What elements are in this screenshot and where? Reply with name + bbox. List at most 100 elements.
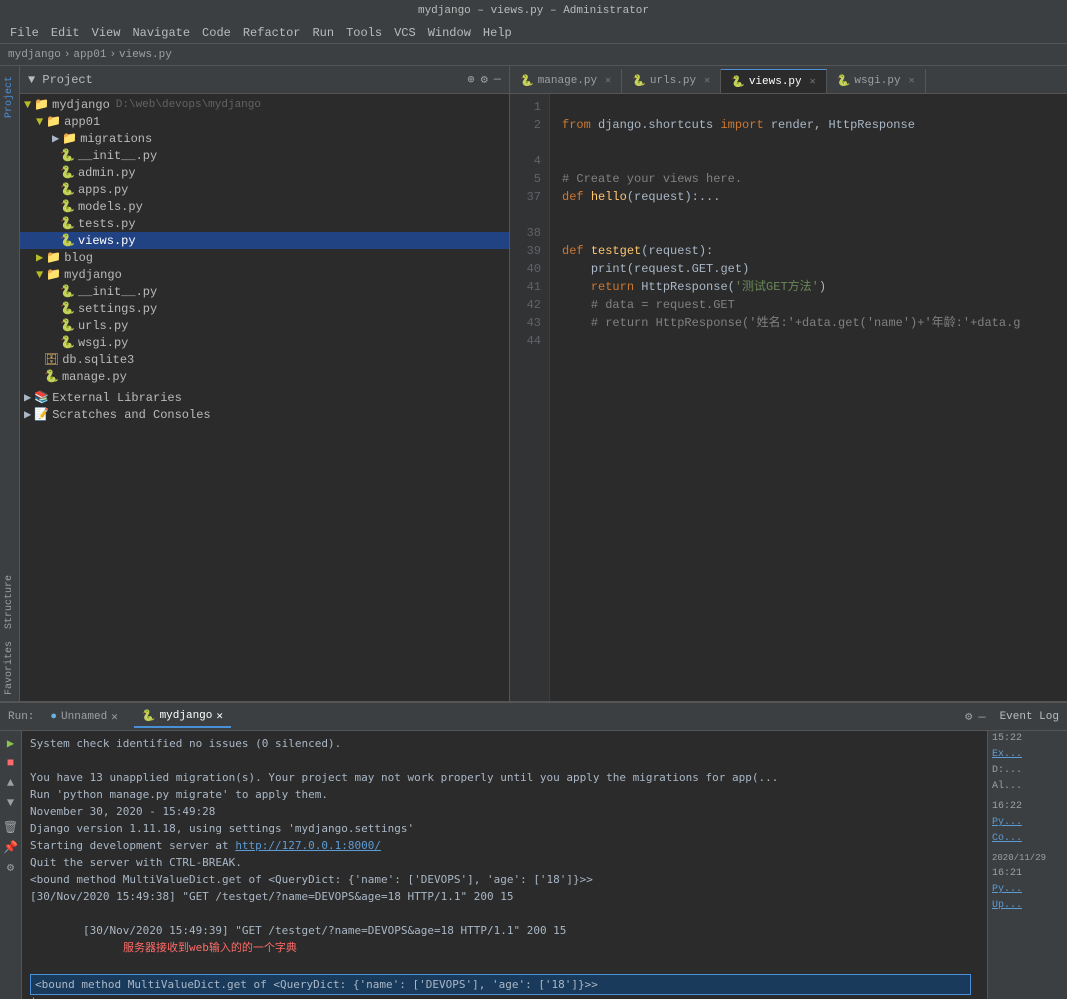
tree-manage[interactable]: 🐍 manage.py (20, 368, 509, 385)
folder-icon-migrations: 📁 (62, 131, 77, 146)
clear-button[interactable]: 🗑 (3, 819, 19, 835)
tree-init-mydjango[interactable]: 🐍 __init__.py (20, 283, 509, 300)
close-urls-tab[interactable]: ✕ (704, 75, 710, 87)
event-log-entry-5: Co... (988, 831, 1067, 847)
event-log-link-2[interactable]: Py... (992, 817, 1022, 828)
py-file-icon: 🐍 (60, 284, 75, 299)
close-mydjango-tab[interactable]: ✕ (216, 709, 223, 723)
menu-item-navigate[interactable]: Navigate (126, 24, 196, 42)
menu-item-refactor[interactable]: Refactor (237, 24, 307, 42)
close-unnamed-tab[interactable]: ✕ (111, 710, 118, 724)
settings-icon[interactable]: ⚙ (481, 72, 488, 87)
run-settings-icon[interactable]: ⚙ (965, 709, 972, 724)
db-file-icon: 🗄 (44, 352, 59, 367)
event-log-entry-6: Py... (988, 882, 1067, 898)
project-icon: 📁 (34, 97, 49, 112)
tree-apps[interactable]: 🐍 apps.py (20, 181, 509, 198)
tree-settings[interactable]: 🐍 settings.py (20, 300, 509, 317)
console-line: <bound method MultiValueDict.get of <Que… (30, 871, 979, 888)
console-line: Django version 1.11.18, using settings '… (30, 820, 979, 837)
editor-area: 🐍 manage.py ✕ 🐍 urls.py ✕ 🐍 views.py ✕ 🐍… (510, 66, 1067, 701)
code-editor[interactable]: 1 2 4 5 37 38 39 40 41 42 43 44 from dja… (510, 94, 1067, 701)
tab-icon-manage: 🐍 (520, 74, 534, 88)
menu-item-tools[interactable]: Tools (340, 24, 388, 42)
tree-blog[interactable]: ▶ 📁 blog (20, 249, 509, 266)
run-controls: ▶ ■ ▲ ▼ 🗑 📌 ⚙ (0, 731, 22, 999)
folder-expand-icon: ▼ (36, 115, 43, 129)
tree-wsgi[interactable]: 🐍 wsgi.py (20, 334, 509, 351)
settings-button[interactable]: ⚙ (3, 859, 19, 875)
event-log-link-5[interactable]: Up... (992, 900, 1022, 911)
tree-db[interactable]: 🗄 db.sqlite3 (20, 351, 509, 368)
title-bar: mydjango – views.py – Administrator (0, 0, 1067, 22)
tree-external-libraries[interactable]: ▶ 📚 External Libraries (20, 389, 509, 406)
tab-label-wsgi: wsgi.py (854, 75, 900, 87)
console-highlighted-wrapper: <bound method MultiValueDict.get of <Que… (30, 973, 979, 996)
menu-item-code[interactable]: Code (196, 24, 237, 42)
py-file-icon: 🐍 (60, 148, 75, 163)
line-numbers: 1 2 4 5 37 38 39 40 41 42 43 44 (510, 94, 550, 701)
tree-mydjango-folder[interactable]: ▼ 📁 mydjango (20, 266, 509, 283)
menu-item-vcs[interactable]: VCS (388, 24, 422, 42)
favorites-tab[interactable]: Favorites (2, 635, 17, 701)
breadcrumb-part-3[interactable]: views.py (119, 49, 172, 61)
tab-urls[interactable]: 🐍 urls.py ✕ (622, 69, 721, 93)
close-wsgi-tab[interactable]: ✕ (909, 75, 915, 87)
panel-title: ▼ Project (28, 73, 93, 87)
tree-urls[interactable]: 🐍 urls.py (20, 317, 509, 334)
menu-item-file[interactable]: File (4, 24, 45, 42)
tab-manage[interactable]: 🐍 manage.py ✕ (510, 69, 622, 93)
scope-icon[interactable]: ⊕ (467, 72, 474, 87)
event-log-time-3: 16:21 (988, 866, 1067, 882)
tab-icon-urls: 🐍 (632, 74, 646, 88)
file-tree: ▼ 📁 mydjango D:\web\devops\mydjango ▼ 📁 … (20, 94, 509, 701)
console-output[interactable]: System check identified no issues (0 sil… (22, 731, 987, 999)
scroll-up-button[interactable]: ▲ (3, 775, 19, 791)
tab-label-manage: manage.py (538, 75, 597, 87)
tree-tests[interactable]: 🐍 tests.py (20, 215, 509, 232)
tree-app01[interactable]: ▼ 📁 app01 (20, 113, 509, 130)
folder-icon-mydjango: 📁 (46, 267, 61, 282)
bottom-panel: Run: ● Unnamed ✕ 🐍 mydjango ✕ ⚙ — Event … (0, 701, 1067, 999)
rerun-button[interactable]: ▶ (3, 735, 19, 751)
menu-item-help[interactable]: Help (477, 24, 518, 42)
run-tab-mydjango[interactable]: 🐍 mydjango ✕ (134, 706, 231, 728)
stop-button[interactable]: ■ (3, 755, 19, 771)
tab-views[interactable]: 🐍 views.py ✕ (721, 69, 827, 93)
dev-server-link[interactable]: http://127.0.0.1:8000/ (235, 839, 381, 852)
event-log-link-3[interactable]: Co... (992, 833, 1022, 844)
scroll-down-button[interactable]: ▼ (3, 795, 19, 811)
menu-item-view[interactable]: View (86, 24, 127, 42)
external-libraries-label: External Libraries (52, 391, 182, 405)
event-log-link[interactable]: Ex... (992, 749, 1022, 760)
tree-root[interactable]: ▼ 📁 mydjango D:\web\devops\mydjango (20, 96, 509, 113)
project-tab[interactable]: Project (2, 70, 17, 124)
pin-button[interactable]: 📌 (3, 839, 19, 855)
hide-icon[interactable]: — (494, 72, 501, 87)
run-label: Run: (8, 711, 34, 723)
tree-models[interactable]: 🐍 models.py (20, 198, 509, 215)
breadcrumb-part-2[interactable]: app01 (73, 49, 106, 61)
tab-wsgi[interactable]: 🐍 wsgi.py ✕ (827, 69, 926, 93)
close-manage-tab[interactable]: ✕ (605, 75, 611, 87)
menu-item-run[interactable]: Run (306, 24, 340, 42)
tree-migrations[interactable]: ▶ 📁 migrations (20, 130, 509, 147)
left-strip: Project Structure Favorites (0, 66, 20, 701)
tree-scratches[interactable]: ▶ 📝 Scratches and Consoles (20, 406, 509, 423)
tree-admin[interactable]: 🐍 admin.py (20, 164, 509, 181)
menu-item-window[interactable]: Window (422, 24, 477, 42)
folder-collapsed-icon: ▶ (52, 131, 59, 146)
menu-item-edit[interactable]: Edit (45, 24, 86, 42)
run-hide-icon[interactable]: — (978, 710, 985, 724)
py-file-icon: 🐍 (60, 335, 75, 350)
tree-views[interactable]: 🐍 views.py (20, 232, 509, 249)
tree-init-app01[interactable]: 🐍 __init__.py (20, 147, 509, 164)
console-line: Run 'python manage.py migrate' to apply … (30, 786, 979, 803)
structure-tab[interactable]: Structure (2, 569, 17, 635)
run-content: ▶ ■ ▲ ▼ 🗑 📌 ⚙ System check identified no… (0, 731, 1067, 999)
run-tab-mydjango-icon: 🐍 (142, 709, 156, 723)
run-tab-unnamed[interactable]: ● Unnamed ✕ (42, 706, 125, 728)
close-views-tab[interactable]: ✕ (810, 76, 816, 88)
event-log-link-4[interactable]: Py... (992, 884, 1022, 895)
breadcrumb-part-1[interactable]: mydjango (8, 49, 61, 61)
